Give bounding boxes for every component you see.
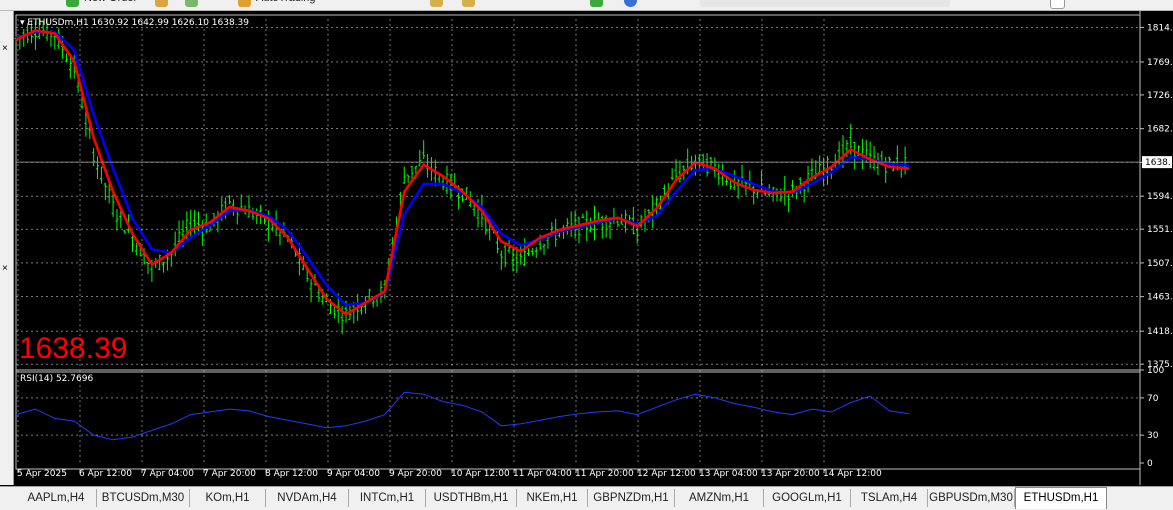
- close-icon[interactable]: ×: [2, 264, 8, 274]
- tab-aaplm-h4[interactable]: AAPLm,H4: [16, 489, 97, 507]
- tab-nkem-h1[interactable]: NKEm,H1: [517, 489, 588, 507]
- main-panel-border: [15, 14, 1141, 373]
- tab-gbpusdm-m30[interactable]: GBPUSDm,M30: [928, 489, 1015, 507]
- zoom-in-icon[interactable]: [430, 0, 443, 7]
- price-axis-bg: [1140, 11, 1173, 485]
- time-tick-label: 13 Apr 20:00: [761, 469, 820, 479]
- toolbar-extra-icon[interactable]: [1050, 0, 1065, 9]
- rsi-tick-label: 0: [1147, 459, 1153, 469]
- symbol-tabs: AAPLm,H4 BTCUSDm,M30 KOm,H1 NVDAm,H4 INTCm,H…: [0, 486, 1173, 510]
- price-tick-label: 1463.: [1147, 293, 1173, 303]
- time-tick-label: 5 Apr 2025: [17, 469, 67, 479]
- add-indicator-icon[interactable]: [590, 0, 603, 7]
- new-order-icon[interactable]: [66, 0, 79, 7]
- tab-intcm-h1[interactable]: INTCm,H1: [349, 489, 426, 507]
- price-candles: [14, 17, 907, 335]
- rsi-tick-label: 100: [1147, 366, 1164, 376]
- tab-ethusdm-h1[interactable]: ETHUSDm,H1: [1015, 487, 1107, 509]
- time-tick-label: 7 Apr 04:00: [141, 469, 194, 479]
- ma-fast-line: [15, 29, 910, 316]
- time-tick-label: 13 Apr 04:00: [699, 469, 758, 479]
- period-icon[interactable]: [624, 0, 637, 7]
- current-price-tag-text: 1638.: [1145, 158, 1171, 168]
- tab-nvdam-h4[interactable]: NVDAm,H4: [266, 489, 349, 507]
- market-watch-icon[interactable]: [185, 0, 198, 7]
- timeframe-buttons[interactable]: [700, 0, 950, 7]
- time-tick-label: 10 Apr 12:00: [451, 469, 510, 479]
- big-price-label: 1638.39: [19, 332, 127, 365]
- tab-usdthbm-h1[interactable]: USDTHBm,H1: [426, 489, 517, 507]
- price-tick-label: 1551.: [1147, 225, 1173, 235]
- time-tick-label: 6 Apr 12:00: [79, 469, 132, 479]
- autotrading-icon[interactable]: [238, 0, 251, 7]
- time-tick-label: 9 Apr 04:00: [327, 469, 380, 479]
- rsi-panel-border: [15, 369, 1141, 470]
- time-tick-label: 7 Apr 20:00: [203, 469, 256, 479]
- chart-canvas[interactable]: 1814. 1769. 1726. 1682. 1638. 1594. 1551. 1507.…: [14, 11, 1173, 485]
- rsi-tick-label: 30: [1147, 431, 1159, 441]
- price-tick-label: 1594.: [1147, 192, 1173, 202]
- left-panel-strip: × ×: [0, 11, 14, 485]
- new-order-button[interactable]: New Order: [84, 0, 137, 8]
- price-tick-label: 1769.: [1147, 58, 1173, 68]
- ma-slow-line: [15, 30, 910, 307]
- zoom-out-icon[interactable]: [462, 0, 475, 7]
- time-tick-label: 14 Apr 12:00: [823, 469, 882, 479]
- tab-btcusdm-m30[interactable]: BTCUSDm,M30: [97, 489, 190, 507]
- time-axis: 5 Apr 2025 6 Apr 12:00 7 Apr 04:00 7 Apr 20…: [17, 469, 882, 479]
- time-tick-label: 8 Apr 12:00: [265, 469, 318, 479]
- time-tick-label: 12 Apr 12:00: [637, 469, 696, 479]
- price-axis: 1814. 1769. 1726. 1682. 1638. 1594. 1551. 1507.…: [1139, 11, 1173, 485]
- chart-header: ▾ ETHUSDm,H1 1630.92 1642.99 1626.10 163…: [20, 18, 249, 28]
- rsi-line: [15, 391, 910, 441]
- close-icon[interactable]: ×: [2, 44, 8, 54]
- tab-googlm-h1[interactable]: GOOGLm,H1: [764, 489, 851, 507]
- autotrading-button[interactable]: AutoTrading: [256, 0, 316, 8]
- rsi-tick-label: 70: [1147, 394, 1159, 404]
- history-icon[interactable]: [155, 0, 168, 7]
- tab-gbpnzdm-h1[interactable]: GBPNZDm,H1: [588, 489, 675, 507]
- time-tick-label: 11 Apr 20:00: [575, 469, 634, 479]
- price-tick-label: 1814.: [1147, 23, 1173, 33]
- time-tick-label: 9 Apr 20:00: [389, 469, 442, 479]
- price-tick-label: 1418.: [1147, 327, 1173, 337]
- price-tick-label: 1726.: [1147, 91, 1173, 101]
- main-toolbar: New Order AutoTrading: [0, 0, 1173, 11]
- rsi-label: RSI(14) 52.7696: [20, 374, 93, 384]
- time-tick-label: 11 Apr 04:00: [513, 469, 572, 479]
- tab-amznm-h1[interactable]: AMZNm,H1: [675, 489, 764, 507]
- current-price-tag: 1638.: [1142, 156, 1172, 169]
- price-tick-label: 1682.: [1147, 125, 1173, 135]
- chart-window[interactable]: 1814. 1769. 1726. 1682. 1638. 1594. 1551. 1507.…: [14, 11, 1173, 485]
- tab-kom-h1[interactable]: KOm,H1: [190, 489, 266, 507]
- price-tick-label: 1507.: [1147, 259, 1173, 269]
- tab-tslam-h4[interactable]: TSLAm,H4: [851, 489, 928, 507]
